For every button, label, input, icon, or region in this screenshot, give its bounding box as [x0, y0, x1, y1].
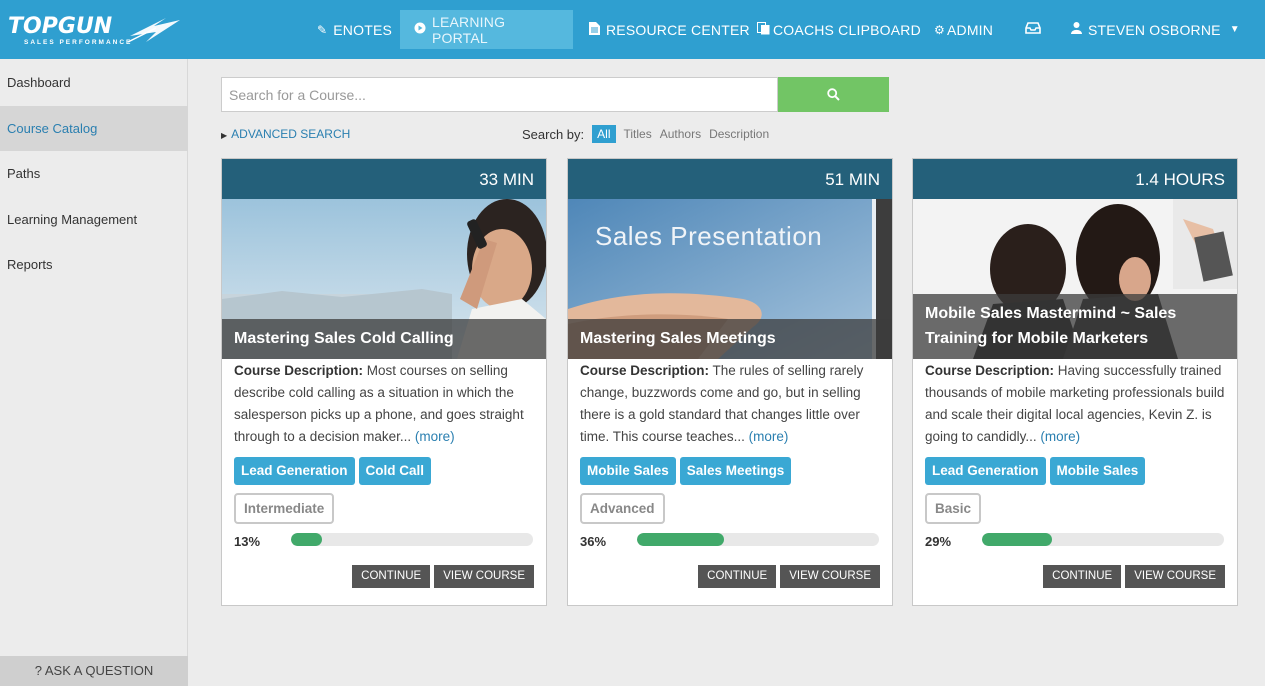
- tag-sales-meetings[interactable]: Sales Meetings: [679, 457, 792, 485]
- course-title[interactable]: Mobile Sales Mastermind ~ Sales Training…: [913, 294, 1237, 359]
- user-icon: [1071, 22, 1082, 37]
- search-by-authors[interactable]: Authors: [660, 127, 701, 141]
- user-name: STEVEN OSBORNE: [1088, 21, 1221, 38]
- course-duration: 51 MIN: [568, 159, 892, 199]
- nav-enotes-label: ENOTES: [333, 21, 393, 38]
- progress-bar: [291, 533, 533, 546]
- user-menu[interactable]: STEVEN OSBORNE ▼: [1071, 10, 1246, 49]
- course-level-badge[interactable]: Advanced: [580, 493, 665, 524]
- course-thumbnail[interactable]: Mobile Sales Mastermind ~ Sales Training…: [913, 199, 1237, 359]
- continue-button[interactable]: CONTINUE: [352, 565, 431, 588]
- advanced-search-link[interactable]: ▶ ADVANCED SEARCH: [221, 127, 350, 141]
- advanced-search-label: ADVANCED SEARCH: [231, 127, 351, 141]
- tag-lead-generation[interactable]: Lead Generation: [925, 457, 1046, 485]
- caret-right-icon: ▶: [221, 131, 228, 140]
- course-description: Course Description: Having successfully …: [925, 360, 1227, 448]
- image-caption: Sales Presentation: [595, 221, 823, 251]
- course-description: Course Description: The rules of selling…: [580, 360, 882, 448]
- progress-fill: [291, 533, 323, 546]
- course-description-label: Course Description:: [234, 363, 364, 378]
- progress-bar: [637, 533, 879, 546]
- course-card: 1.4 HOURS Mobile Sales Mastermind ~ Sale…: [912, 158, 1238, 606]
- caret-down-icon: ▼: [1229, 24, 1240, 35]
- nav-coachs-clipboard[interactable]: COACHS CLIPBOARD: [757, 10, 921, 49]
- pencil-icon: ✎: [317, 22, 328, 37]
- play-circle-icon: [414, 22, 426, 37]
- tag-lead-generation[interactable]: Lead Generation: [234, 457, 355, 485]
- search-by-all[interactable]: All: [592, 125, 616, 143]
- tag-mobile-sales[interactable]: Mobile Sales: [1049, 457, 1146, 485]
- course-description-label: Course Description:: [925, 363, 1055, 378]
- logo-wordmark: TOPGUN: [8, 14, 113, 39]
- course-level-badge[interactable]: Intermediate: [234, 493, 335, 524]
- course-level-badge[interactable]: Basic: [925, 493, 982, 524]
- search-by-description[interactable]: Description: [709, 127, 769, 141]
- progress-percent: 36%: [580, 534, 607, 549]
- course-card: 33 MIN Mastering Sales Cold Calling Cour…: [221, 158, 547, 606]
- nav-resource-center[interactable]: RESOURCE CENTER: [589, 10, 750, 49]
- progress-bar: [982, 533, 1224, 546]
- progress-percent: 29%: [925, 534, 952, 549]
- search-icon: [827, 88, 840, 101]
- view-course-button[interactable]: VIEW COURSE: [780, 565, 880, 588]
- top-navigation-bar: TOPGUN SALES PERFORMANCE ✎ ENOTES LEARNI…: [0, 0, 1265, 59]
- course-thumbnail[interactable]: Sales Presentation Mastering Sales Meeti…: [568, 199, 892, 359]
- nav-learning-portal-label: LEARNING PORTAL: [432, 13, 506, 46]
- course-card: 51 MIN Sales Presentation Mastering Sale…: [567, 158, 893, 606]
- view-course-button[interactable]: VIEW COURSE: [1125, 565, 1225, 588]
- more-link[interactable]: (more): [1040, 429, 1080, 444]
- course-description-label: Course Description:: [580, 363, 710, 378]
- course-tags: Lead Generation Mobile Sales: [925, 457, 1149, 485]
- sidebar-item-dashboard[interactable]: Dashboard: [0, 60, 188, 105]
- nav-coachs-clipboard-label: COACHS CLIPBOARD: [773, 21, 921, 38]
- search-by-titles[interactable]: Titles: [624, 127, 652, 141]
- nav-learning-portal[interactable]: LEARNING PORTAL: [400, 10, 573, 49]
- lightning-icon: [127, 18, 180, 43]
- course-tags: Mobile Sales Sales Meetings: [580, 457, 795, 485]
- more-link[interactable]: (more): [749, 429, 789, 444]
- course-tags: Lead Generation Cold Call: [234, 457, 435, 485]
- progress-percent: 13%: [234, 534, 261, 549]
- tag-mobile-sales[interactable]: Mobile Sales: [580, 457, 676, 485]
- course-duration: 1.4 HOURS: [913, 159, 1237, 199]
- sidebar-item-course-catalog[interactable]: Course Catalog: [0, 106, 188, 151]
- nav-admin[interactable]: ⚙ ADMIN: [934, 10, 993, 49]
- logo-tagline: SALES PERFORMANCE: [24, 39, 133, 46]
- sidebar-item-reports[interactable]: Reports: [0, 242, 188, 287]
- course-title[interactable]: Mastering Sales Cold Calling: [222, 319, 546, 359]
- gears-icon: ⚙: [934, 22, 945, 37]
- topgun-logo[interactable]: TOPGUN SALES PERFORMANCE: [8, 12, 180, 48]
- inbox-icon: [1025, 22, 1041, 37]
- search-by-label: Search by:: [522, 126, 585, 142]
- clipboard-icon: [757, 21, 770, 38]
- search-button[interactable]: [778, 77, 889, 112]
- search-by-filter: Search by: All Titles Authors Descriptio…: [522, 125, 769, 143]
- ask-question-button[interactable]: ? ASK A QUESTION: [0, 656, 188, 686]
- sidebar-item-learning-management[interactable]: Learning Management: [0, 197, 188, 242]
- continue-button[interactable]: CONTINUE: [698, 565, 777, 588]
- nav-admin-label: ADMIN: [946, 21, 994, 38]
- progress-fill: [982, 533, 1053, 546]
- course-thumbnail[interactable]: Mastering Sales Cold Calling: [222, 199, 546, 359]
- document-icon: [589, 21, 600, 38]
- nav-resource-center-label: RESOURCE CENTER: [606, 21, 750, 38]
- sidebar: Dashboard Course Catalog Paths Learning …: [0, 59, 188, 686]
- course-title[interactable]: Mastering Sales Meetings: [568, 319, 892, 359]
- nav-enotes[interactable]: ✎ ENOTES: [317, 10, 392, 49]
- more-link[interactable]: (more): [415, 429, 455, 444]
- progress-fill: [637, 533, 725, 546]
- view-course-button[interactable]: VIEW COURSE: [434, 565, 534, 588]
- continue-button[interactable]: CONTINUE: [1043, 565, 1122, 588]
- course-duration: 33 MIN: [222, 159, 546, 199]
- nav-inbox[interactable]: [1025, 10, 1047, 49]
- course-description: Course Description: Most courses on sell…: [234, 360, 536, 448]
- tag-cold-call[interactable]: Cold Call: [358, 457, 432, 485]
- sidebar-item-paths[interactable]: Paths: [0, 151, 188, 196]
- course-search-input[interactable]: [221, 77, 778, 112]
